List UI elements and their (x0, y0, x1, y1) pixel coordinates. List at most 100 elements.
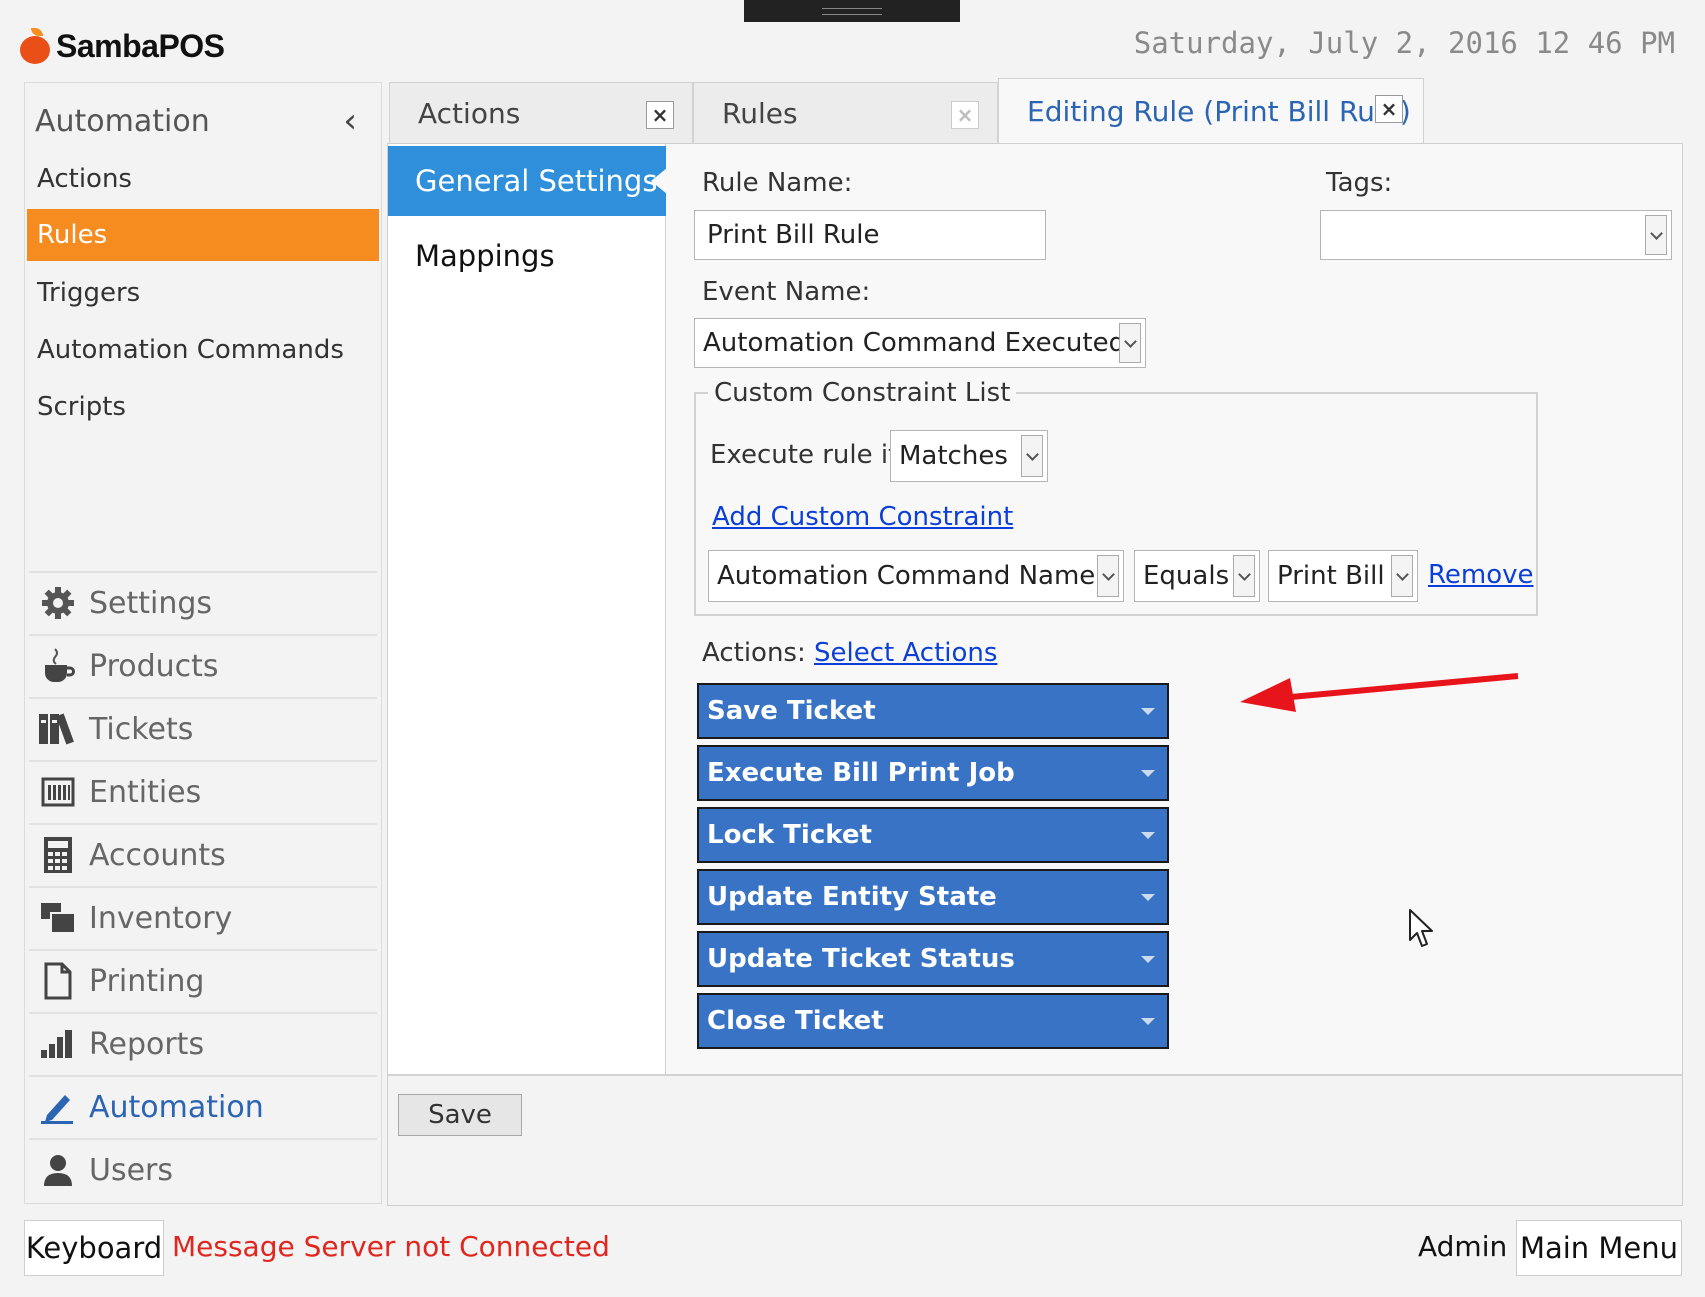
execute-rule-if-value: Matches (899, 441, 1008, 471)
chevron-down-icon[interactable] (1233, 555, 1255, 597)
sidebar-item-actions[interactable]: Actions (27, 153, 379, 205)
caret-down-icon[interactable] (1141, 770, 1155, 777)
nav-label: Users (89, 1152, 174, 1188)
calculator-icon (37, 835, 79, 875)
nav-products[interactable]: Products (29, 634, 377, 696)
collapse-icon[interactable]: ‹ (343, 101, 357, 141)
constraint-value: Print Bill (1277, 561, 1385, 591)
execute-rule-if-dropdown[interactable]: Matches (890, 430, 1048, 482)
user-icon (37, 1150, 79, 1190)
app-logo: SambaPOS (20, 22, 225, 70)
close-icon[interactable]: × (1375, 95, 1403, 123)
settings-nav-mappings[interactable]: Mappings (388, 230, 666, 282)
nav-accounts[interactable]: Accounts (29, 823, 377, 885)
entities-grid-icon (37, 772, 79, 812)
nav-label: Products (89, 648, 219, 684)
caret-down-icon[interactable] (1141, 832, 1155, 839)
save-button[interactable]: Save (398, 1094, 522, 1136)
action-item-save-ticket[interactable]: Save Ticket (697, 683, 1169, 739)
action-item-lock-ticket[interactable]: Lock Ticket (697, 807, 1169, 863)
action-label: Update Ticket Status (707, 944, 1015, 974)
tab-label: Actions (418, 96, 521, 130)
message-server-status: Message Server not Connected (172, 1230, 610, 1263)
constraint-operator-dropdown[interactable]: Equals (1134, 550, 1260, 602)
sidebar: Automation ‹ Actions Rules Triggers Auto… (24, 82, 382, 1204)
caret-down-icon[interactable] (1141, 956, 1155, 963)
tab-rules[interactable]: Rules × (693, 82, 998, 144)
constraint-operator-value: Equals (1143, 561, 1230, 591)
books-icon (37, 709, 79, 749)
nav-inventory[interactable]: Inventory (29, 886, 377, 948)
nav-automation[interactable]: Automation (29, 1075, 377, 1137)
nav-users[interactable]: Users (29, 1138, 377, 1200)
tags-dropdown[interactable] (1320, 210, 1672, 260)
coffee-cup-icon (37, 646, 79, 686)
action-item-update-entity-state[interactable]: Update Entity State (697, 869, 1169, 925)
action-label: Update Entity State (707, 882, 997, 912)
caret-down-icon[interactable] (1141, 894, 1155, 901)
caret-down-icon[interactable] (1141, 1018, 1155, 1025)
document-icon (37, 961, 79, 1001)
sidebar-item-automation-commands[interactable]: Automation Commands (27, 324, 379, 376)
nav-label: Inventory (89, 900, 233, 936)
rule-name-label: Rule Name: (702, 168, 853, 198)
action-label: Lock Ticket (707, 820, 872, 850)
gear-icon (37, 583, 79, 623)
nav-label: Settings (89, 585, 213, 621)
action-item-close-ticket[interactable]: Close Ticket (697, 993, 1169, 1049)
nav-label: Printing (89, 963, 205, 999)
sidebar-header: Automation ‹ (25, 101, 381, 141)
action-label: Save Ticket (707, 696, 876, 726)
chevron-down-icon[interactable] (1645, 215, 1667, 255)
tags-label: Tags: (1326, 168, 1393, 198)
rule-name-input[interactable]: Print Bill Rule (694, 210, 1046, 260)
tab-actions[interactable]: Actions × (389, 82, 693, 144)
event-name-value: Automation Command Executed (703, 328, 1126, 358)
nav-label: Reports (89, 1026, 205, 1062)
action-label: Close Ticket (707, 1006, 884, 1036)
main-menu-button[interactable]: Main Menu (1516, 1220, 1682, 1276)
nav-label: Entities (89, 774, 202, 810)
inventory-icon (37, 898, 79, 938)
nav-printing[interactable]: Printing (29, 949, 377, 1011)
action-item-execute-bill-print-job[interactable]: Execute Bill Print Job (697, 745, 1169, 801)
sidebar-item-scripts[interactable]: Scripts (27, 381, 379, 433)
tab-label: Editing Rule (Print Bill Rule) (1027, 95, 1411, 128)
constraint-field-value: Automation Command Name (717, 561, 1096, 591)
nav-settings[interactable]: Settings (29, 571, 377, 633)
nav-reports[interactable]: Reports (29, 1012, 377, 1074)
nav-tickets[interactable]: Tickets (29, 697, 377, 759)
select-actions-link[interactable]: Select Actions (814, 638, 997, 668)
chevron-down-icon[interactable] (1097, 555, 1119, 597)
sidebar-title: Automation (35, 103, 210, 139)
apple-logo-icon (20, 28, 50, 64)
nav-entities[interactable]: Entities (29, 760, 377, 822)
nav-label: Accounts (89, 837, 226, 873)
event-name-dropdown[interactable]: Automation Command Executed (694, 318, 1146, 368)
mouse-cursor-icon (1409, 909, 1433, 947)
caret-down-icon[interactable] (1141, 708, 1155, 715)
tab-editing-rule[interactable]: Editing Rule (Print Bill Rule) × (998, 78, 1424, 144)
action-item-update-ticket-status[interactable]: Update Ticket Status (697, 931, 1169, 987)
settings-nav-general[interactable]: General Settings (388, 146, 667, 216)
sidebar-item-rules[interactable]: Rules (27, 209, 379, 261)
constraint-field-dropdown[interactable]: Automation Command Name (708, 550, 1124, 602)
window-drag-handle[interactable] (744, 0, 960, 22)
actions-label: Actions: (702, 638, 806, 668)
keyboard-button[interactable]: Keyboard (24, 1220, 164, 1276)
chevron-down-icon[interactable] (1119, 323, 1141, 363)
constraint-list-legend: Custom Constraint List (708, 378, 1017, 408)
sidebar-item-triggers[interactable]: Triggers (27, 267, 379, 319)
constraint-value-dropdown[interactable]: Print Bill (1268, 550, 1418, 602)
chevron-down-icon[interactable] (1391, 555, 1413, 597)
annotation-arrow-icon (1240, 673, 1519, 712)
datetime-display: Saturday, July 2, 2016 12 46 PM (1133, 26, 1675, 60)
nav-label: Automation (89, 1089, 264, 1125)
remove-constraint-link[interactable]: Remove (1428, 560, 1534, 590)
pen-icon (37, 1087, 79, 1127)
close-icon[interactable]: × (646, 101, 674, 129)
add-custom-constraint-link[interactable]: Add Custom Constraint (712, 502, 1013, 532)
close-icon[interactable]: × (951, 101, 979, 129)
chevron-down-icon[interactable] (1021, 435, 1043, 477)
bar-chart-icon (37, 1024, 79, 1064)
